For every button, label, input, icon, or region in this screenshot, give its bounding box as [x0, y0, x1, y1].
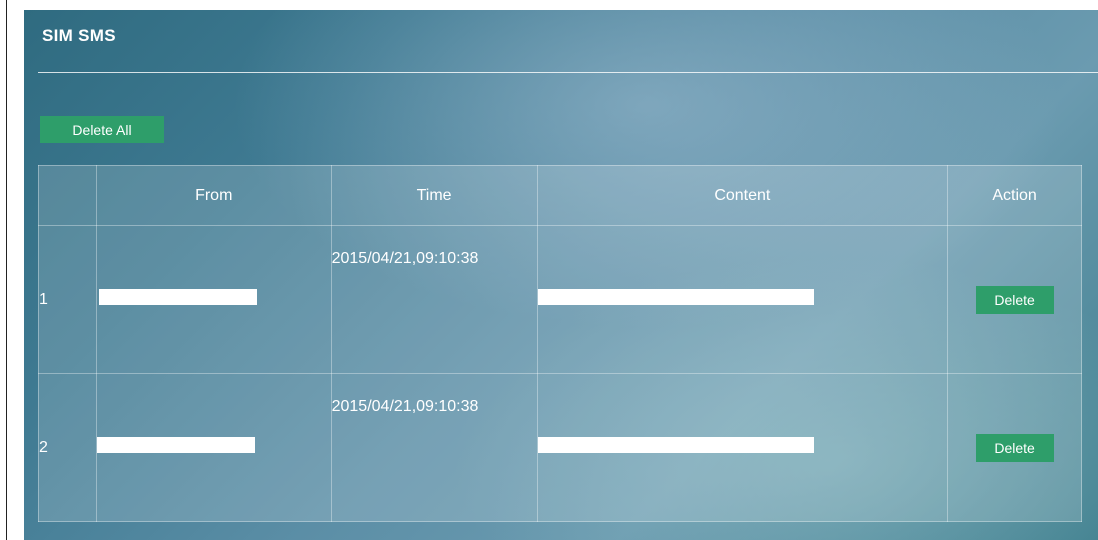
- delete-button[interactable]: Delete: [975, 285, 1054, 314]
- action-cell: Delete: [947, 373, 1082, 522]
- row-index: 1: [38, 225, 97, 374]
- action-cell: Delete: [947, 225, 1082, 374]
- redacted-sender: [98, 289, 257, 305]
- header-time: Time: [330, 165, 538, 226]
- table-header-row: From Time Content Action: [38, 165, 1082, 226]
- redacted-content: [537, 289, 814, 305]
- header-from: From: [95, 165, 332, 226]
- message-time: 2015/04/21,09:10:38: [331, 398, 479, 415]
- sender-cell: [95, 373, 332, 522]
- time-cell: 2015/04/21,09:10:38: [330, 225, 538, 374]
- delete-button[interactable]: Delete: [975, 433, 1054, 462]
- header-content: Content: [536, 165, 949, 226]
- table-row: 1 2015/04/21,09:10:38 Delete: [38, 225, 1082, 374]
- redacted-content: [537, 437, 814, 453]
- sim-sms-panel: SIM SMS Delete All From Time Content Act…: [24, 10, 1098, 540]
- row-index: 2: [38, 373, 97, 522]
- sender-cell: [95, 225, 332, 374]
- header-action: Action: [947, 165, 1082, 226]
- content-cell: [536, 225, 949, 374]
- content-cell: [536, 373, 949, 522]
- page-title: SIM SMS: [42, 26, 116, 45]
- redacted-sender: [96, 437, 255, 453]
- sms-table: From Time Content Action 1 2015/04/21,09…: [38, 165, 1082, 522]
- time-cell: 2015/04/21,09:10:38: [330, 373, 538, 522]
- message-time: 2015/04/21,09:10:38: [331, 250, 479, 267]
- table-row: 2 2015/04/21,09:10:38 Delete: [38, 373, 1082, 522]
- delete-all-button[interactable]: Delete All: [40, 116, 164, 143]
- title-divider: [38, 72, 1098, 73]
- header-index: [38, 165, 97, 226]
